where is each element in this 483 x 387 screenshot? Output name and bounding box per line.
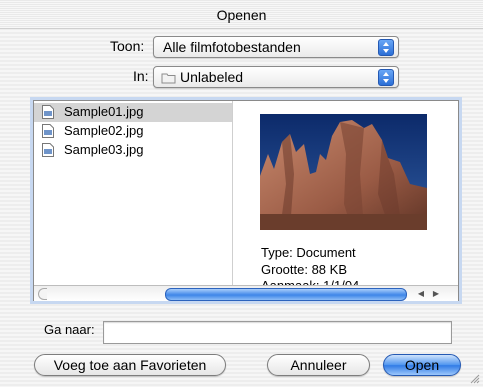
open-dialog: Openen Toon: Alle filmfotobestanden In: … — [0, 0, 483, 387]
cancel-button[interactable]: Annuleer — [267, 354, 370, 376]
show-label: Toon: — [110, 38, 145, 54]
preview-size: Grootte: 88 KB — [261, 262, 347, 277]
scroll-thumb[interactable] — [165, 288, 407, 301]
preview-image — [260, 114, 427, 230]
goto-label: Ga naar: — [44, 322, 95, 337]
window-title: Openen — [216, 7, 267, 23]
location-popup-content: Unlabeled — [161, 69, 243, 85]
image-file-icon — [42, 105, 54, 119]
file-name: Sample03.jpg — [64, 142, 144, 157]
file-row[interactable]: Sample02.jpg — [34, 122, 232, 141]
scroll-track-start — [38, 288, 47, 300]
folder-icon — [161, 73, 176, 84]
goto-input[interactable] — [103, 321, 452, 344]
file-row[interactable]: Sample01.jpg — [34, 103, 232, 122]
preview-created: Aanmaak: 1/1/04 — [261, 278, 359, 285]
file-name: Sample02.jpg — [64, 123, 144, 138]
file-name: Sample01.jpg — [64, 104, 144, 119]
horizontal-scrollbar[interactable]: ◀ ▶ — [34, 285, 458, 301]
location-popup-value: Unlabeled — [180, 69, 244, 85]
show-popup-value: Alle filmfotobestanden — [163, 39, 301, 55]
preview-type: Type: Document — [261, 245, 356, 260]
scroll-right-arrow-icon[interactable]: ▶ — [429, 287, 443, 300]
location-label: In: — [133, 68, 149, 84]
updown-arrows-icon — [378, 69, 394, 86]
open-button[interactable]: Open — [383, 354, 461, 376]
file-browser[interactable]: Sample01.jpg Sample02.jpg Sample03.jpg T… — [33, 100, 459, 301]
scroll-left-arrow-icon[interactable]: ◀ — [414, 287, 428, 300]
image-file-icon — [42, 143, 54, 157]
file-column[interactable]: Sample01.jpg Sample02.jpg Sample03.jpg — [34, 101, 233, 285]
title-bar[interactable]: Openen — [0, 0, 483, 29]
updown-arrows-icon — [378, 39, 394, 56]
location-popup[interactable]: Unlabeled — [153, 66, 399, 88]
resize-grip-icon[interactable] — [469, 373, 480, 384]
show-popup[interactable]: Alle filmfotobestanden — [153, 36, 399, 58]
image-file-icon — [42, 124, 54, 138]
add-to-favorites-button[interactable]: Voeg toe aan Favorieten — [34, 354, 226, 376]
file-row[interactable]: Sample03.jpg — [34, 141, 232, 160]
